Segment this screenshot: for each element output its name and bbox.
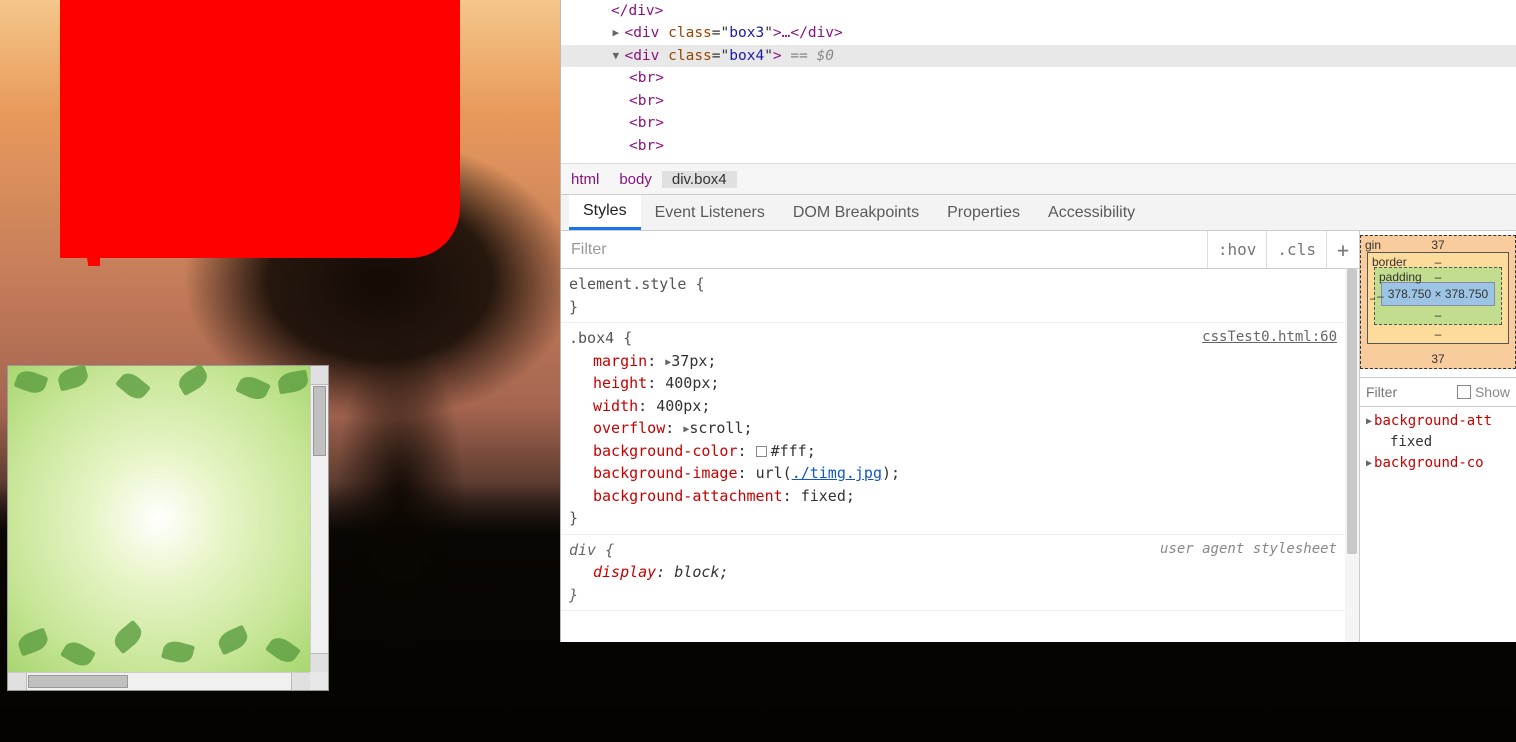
css-url-link[interactable]: ./timg.jpg	[792, 464, 882, 482]
box-model-value[interactable]: 37	[1361, 238, 1515, 252]
tab-properties[interactable]: Properties	[933, 195, 1034, 230]
tab-accessibility[interactable]: Accessibility	[1034, 195, 1149, 230]
styles-filter-input[interactable]	[561, 231, 1207, 268]
tab-styles[interactable]: Styles	[569, 195, 641, 230]
computed-property-name[interactable]: background-co	[1374, 455, 1484, 471]
hov-toggle-button[interactable]: :hov	[1207, 231, 1267, 268]
box-model-value[interactable]: –	[1377, 289, 1384, 303]
scrollbar-thumb[interactable]	[1347, 269, 1357, 554]
computed-pane: gin 37 37 border – – – padding – – – 3	[1360, 231, 1516, 642]
styles-tabs: Styles Event Listeners DOM Breakpoints P…	[561, 195, 1516, 231]
color-swatch-icon[interactable]	[756, 446, 767, 457]
tab-event-listeners[interactable]: Event Listeners	[641, 195, 779, 230]
css-property-name[interactable]: overflow	[593, 419, 665, 437]
box-model-diagram[interactable]: gin 37 37 border – – – padding – – – 3	[1360, 231, 1516, 369]
computed-properties[interactable]: ▶background-att fixed ▶background-co	[1360, 407, 1516, 478]
css-property-name[interactable]: height	[593, 374, 647, 392]
box-model-content[interactable]: 378.750 × 378.750	[1381, 282, 1495, 306]
box-model-value[interactable]: –	[1375, 270, 1501, 284]
css-property-name[interactable]: background-attachment	[593, 487, 783, 505]
dom-node[interactable]: <br>	[561, 135, 1516, 157]
computed-filter-input[interactable]	[1366, 384, 1457, 400]
css-property-name[interactable]: margin	[593, 352, 647, 370]
vertical-scrollbar[interactable]	[1345, 269, 1359, 642]
css-property-name[interactable]: width	[593, 397, 638, 415]
green-floral-box	[7, 365, 329, 691]
source-link[interactable]: cssTest0.html:60	[1202, 327, 1337, 348]
new-style-rule-button[interactable]: +	[1326, 231, 1359, 268]
scrollbar-thumb[interactable]	[313, 386, 326, 456]
css-property-name[interactable]: background-image	[593, 464, 738, 482]
scrollbar-thumb[interactable]	[28, 675, 128, 688]
dom-node[interactable]: </div>	[561, 0, 1516, 22]
source-ua-label: user agent stylesheet	[1160, 539, 1337, 560]
computed-property-name[interactable]: background-att	[1374, 413, 1492, 429]
selected-indicator: == $0	[782, 48, 834, 64]
css-property-value[interactable]: 37px	[671, 352, 707, 370]
dom-node[interactable]: ▶<div class="box3">…</div>	[561, 22, 1516, 44]
css-property-value: block	[674, 563, 719, 581]
scrollbar-corner	[310, 672, 328, 690]
breadcrumb-item[interactable]: html	[561, 171, 609, 188]
show-all-label: Show	[1475, 384, 1510, 400]
red-box	[60, 0, 460, 258]
dom-node[interactable]: <br>	[561, 90, 1516, 112]
expand-icon[interactable]: ▶	[1366, 414, 1372, 429]
css-property-value[interactable]: #fff	[771, 442, 807, 460]
elements-dom-tree[interactable]: </div> ▶<div class="box3">…</div> … ▼<di…	[561, 0, 1516, 163]
selector: element.style	[569, 275, 695, 293]
css-property-value[interactable]: 400px	[656, 397, 701, 415]
rule-div-ua[interactable]: user agent stylesheetdiv { display: bloc…	[561, 535, 1345, 612]
rule-element-style[interactable]: element.style { }	[561, 269, 1345, 323]
selector: .box4	[569, 329, 623, 347]
selector: div	[569, 541, 605, 559]
box-model-value[interactable]: 37	[1361, 352, 1515, 366]
expand-icon[interactable]: ▶	[612, 24, 624, 41]
styles-filter-row: :hov .cls +	[561, 231, 1359, 269]
horizontal-scrollbar[interactable]	[8, 672, 310, 690]
box-model-value[interactable]: –	[1375, 308, 1501, 322]
gutter-ellipsis: …	[561, 45, 595, 67]
computed-filter-row: Show	[1360, 377, 1516, 407]
devtools-panel: </div> ▶<div class="box3">…</div> … ▼<di…	[560, 0, 1516, 642]
collapse-icon[interactable]: ▼	[612, 47, 624, 64]
breadcrumb-item[interactable]: body	[609, 171, 662, 188]
breadcrumb-item-selected[interactable]: div.box4	[662, 171, 737, 188]
dom-node-selected[interactable]: … ▼<div class="box4"> == $0	[561, 45, 1516, 67]
dom-node[interactable]: <br>	[561, 67, 1516, 89]
dom-node[interactable]: <br>	[561, 112, 1516, 134]
green-box-image	[8, 366, 310, 672]
tab-dom-breakpoints[interactable]: DOM Breakpoints	[779, 195, 933, 230]
expand-icon[interactable]: ▶	[1366, 456, 1372, 471]
css-property-name: display	[593, 563, 656, 581]
css-rules-list[interactable]: element.style { } cssTest0.html:60.box4 …	[561, 269, 1359, 642]
cls-toggle-button[interactable]: .cls	[1266, 231, 1326, 268]
vertical-scrollbar[interactable]	[310, 366, 328, 672]
css-property-value[interactable]: fixed	[801, 487, 846, 505]
css-property-name[interactable]: background-color	[593, 442, 738, 460]
css-property-value[interactable]: scroll	[689, 419, 743, 437]
css-property-value[interactable]: url(./timg.jpg)	[756, 464, 891, 482]
css-property-value[interactable]: 400px	[665, 374, 710, 392]
computed-property-value: fixed	[1390, 434, 1432, 450]
show-all-checkbox[interactable]	[1457, 385, 1471, 399]
rule-box4[interactable]: cssTest0.html:60.box4 { margin: ▶ 37px; …	[561, 323, 1345, 535]
styles-rules-pane: :hov .cls + element.style { } cssTest0.h…	[561, 231, 1360, 642]
styles-body: :hov .cls + element.style { } cssTest0.h…	[561, 231, 1516, 642]
dom-breadcrumb: html body div.box4	[561, 163, 1516, 195]
box-model-value[interactable]: –	[1368, 327, 1508, 341]
